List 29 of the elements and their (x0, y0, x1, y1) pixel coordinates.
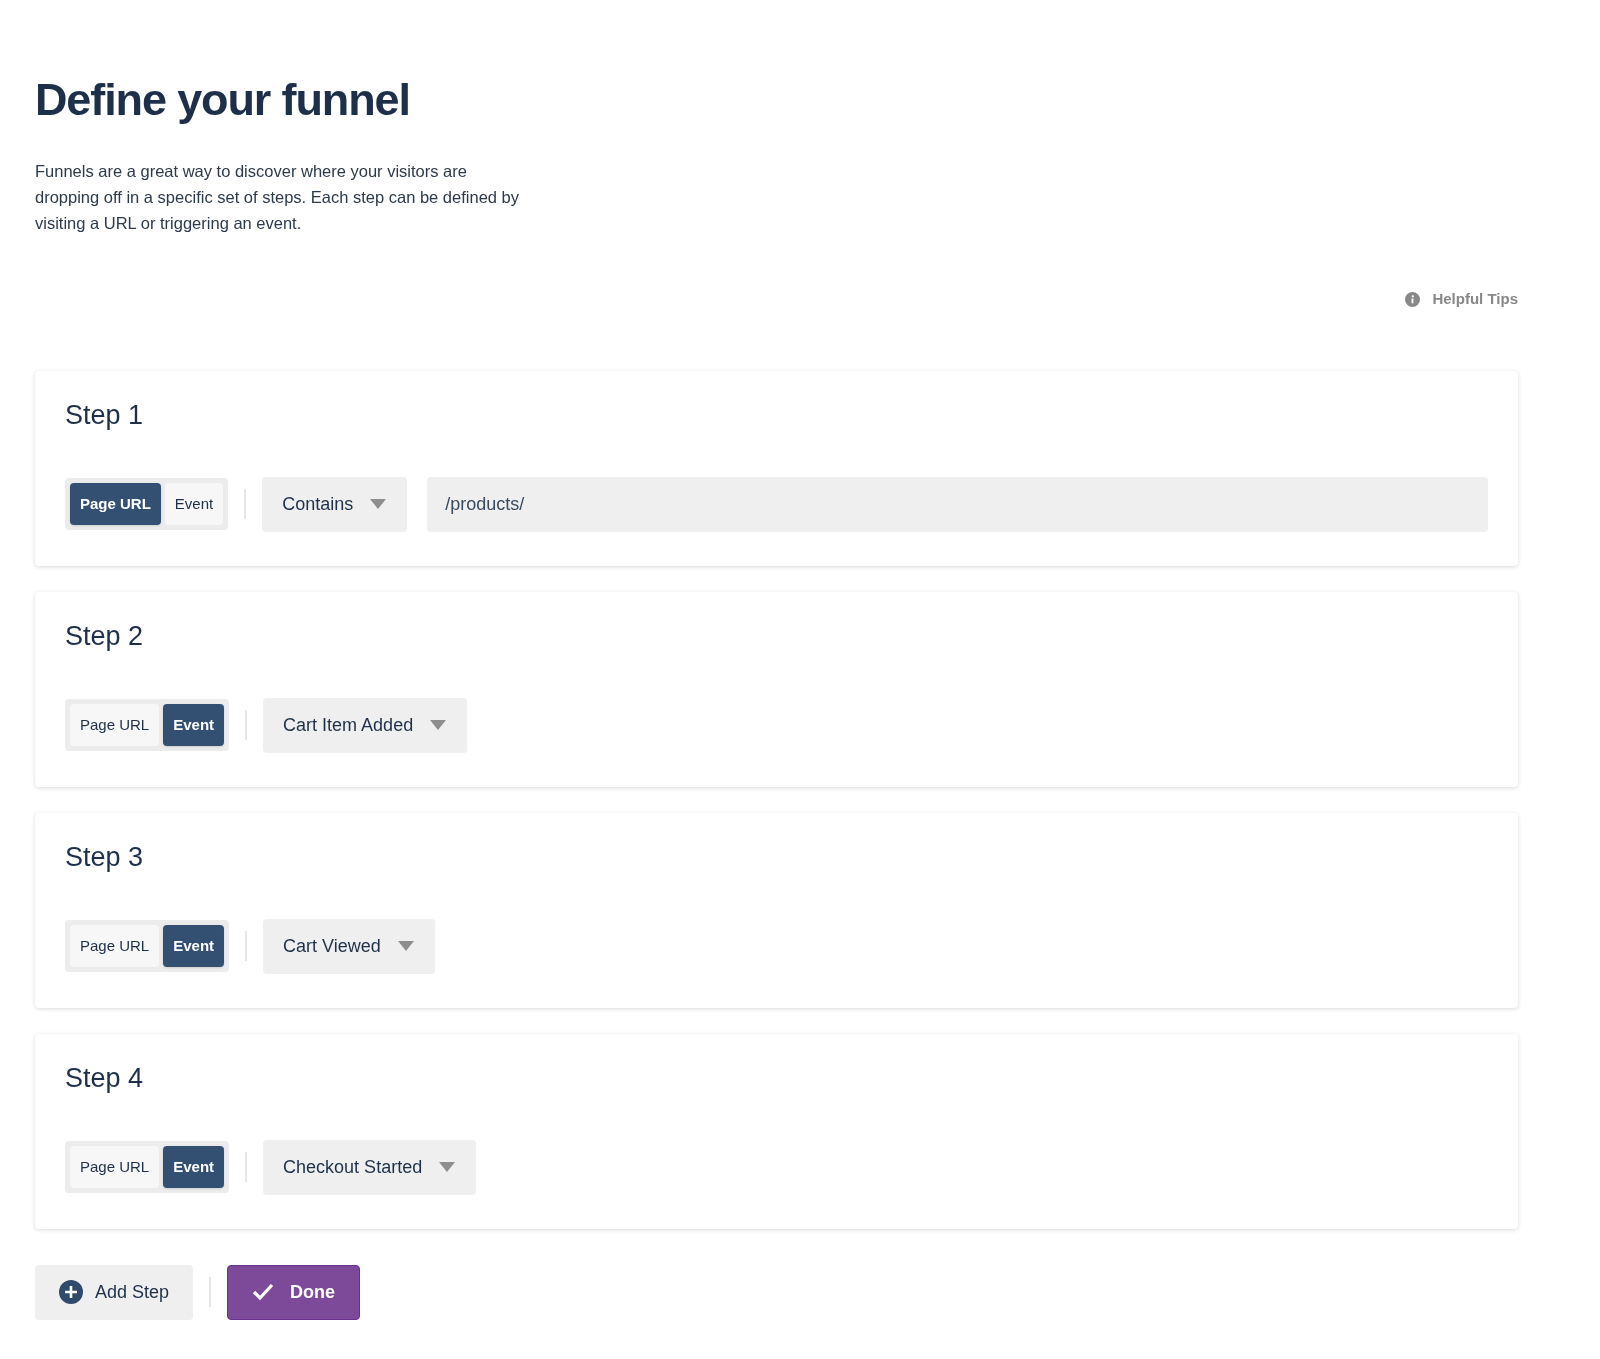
input-field[interactable]: /products/ (427, 476, 1488, 532)
dropdown[interactable]: Checkout Started (263, 1139, 477, 1195)
step-title: Step 4 (65, 1061, 144, 1095)
page-title: Define your funnel (35, 73, 410, 127)
page-description: Funnels are a great way to discover where your visitors are dropping off in a specific set of steps. Each step can be defined by visiting a URL or triggering an event. (35, 161, 520, 234)
dropdown[interactable]: Cart Item Added (263, 697, 468, 753)
step-title: Step 3 (65, 840, 144, 874)
toggle-option[interactable]: Page URL (70, 704, 160, 746)
step-title: Step 1 (65, 398, 144, 432)
helpful-tips-link[interactable]: Helpful Tips (1405, 288, 1518, 311)
toggle-option[interactable]: Event (163, 704, 225, 746)
info-icon (1405, 291, 1421, 307)
dropdown[interactable]: Contains (262, 476, 408, 532)
step-title: Step 2 (65, 619, 144, 653)
toggle-option[interactable]: Event (163, 1146, 225, 1188)
caret-icon (429, 719, 448, 731)
toggle-option[interactable]: Event (164, 483, 224, 525)
caret-icon (438, 1161, 457, 1173)
toggle-option[interactable]: Page URL (70, 925, 160, 967)
done-button[interactable]: Done (227, 1264, 361, 1320)
plus-icon (59, 1280, 83, 1304)
toggle-option[interactable]: Page URL (70, 483, 161, 525)
caret-icon (396, 940, 415, 952)
caret-icon (369, 498, 388, 510)
add-step-button[interactable]: Add Step (35, 1264, 194, 1320)
checkmark-icon (252, 1283, 275, 1301)
dropdown[interactable]: Cart Viewed (263, 918, 435, 974)
toggle-option[interactable]: Event (163, 925, 225, 967)
toggle-option[interactable]: Page URL (70, 1146, 160, 1188)
